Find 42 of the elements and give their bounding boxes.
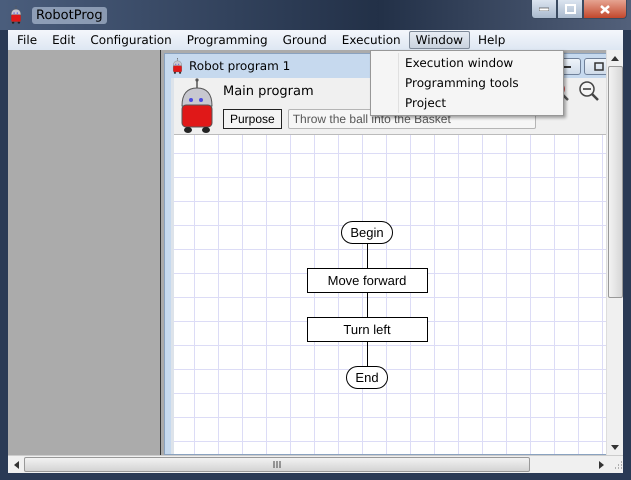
menu-item[interactable]: Ground bbox=[276, 31, 334, 49]
minimize-icon bbox=[539, 7, 549, 11]
action-node[interactable]: Move forward bbox=[306, 268, 428, 293]
menu-item[interactable]: Edit bbox=[45, 31, 82, 49]
scroll-thumb[interactable] bbox=[608, 66, 622, 298]
scroll-up-icon[interactable] bbox=[611, 56, 619, 60]
menu-item[interactable]: Execution window bbox=[371, 53, 563, 73]
robot-icon bbox=[171, 58, 184, 74]
maximize-button[interactable] bbox=[584, 58, 606, 75]
window-title: RobotProg bbox=[32, 6, 107, 24]
menu-item[interactable]: File bbox=[10, 31, 44, 49]
terminal-node[interactable]: Begin bbox=[341, 221, 393, 244]
menu-item[interactable]: Programming bbox=[180, 31, 275, 49]
maximize-icon bbox=[594, 62, 604, 71]
robot-icon bbox=[8, 6, 24, 24]
close-icon bbox=[599, 4, 611, 14]
grip-icon bbox=[273, 461, 281, 468]
minimize-button[interactable] bbox=[531, 0, 557, 19]
zoom-out-icon[interactable] bbox=[578, 80, 600, 102]
menu-item[interactable]: Execution bbox=[334, 31, 408, 49]
robot-icon bbox=[180, 78, 214, 134]
menu-item[interactable]: Help bbox=[470, 31, 512, 49]
maximize-icon bbox=[564, 4, 576, 14]
menu-item[interactable]: Configuration bbox=[83, 31, 179, 49]
scroll-down-icon[interactable] bbox=[611, 444, 619, 450]
connector-line bbox=[366, 293, 368, 317]
action-node[interactable]: Turn left bbox=[306, 317, 428, 342]
maximize-button[interactable] bbox=[557, 0, 583, 19]
connector-line bbox=[366, 342, 368, 366]
horizontal-scrollbar[interactable] bbox=[8, 455, 623, 473]
vertical-scrollbar[interactable] bbox=[606, 50, 623, 455]
scroll-thumb[interactable] bbox=[24, 457, 530, 472]
program-title: Main program bbox=[223, 84, 314, 101]
menu-item[interactable]: Programming tools bbox=[371, 73, 563, 93]
close-button[interactable] bbox=[583, 0, 627, 19]
child-window-title: Robot program 1 bbox=[189, 59, 290, 73]
scroll-right-icon[interactable] bbox=[598, 460, 604, 468]
connector-line bbox=[366, 244, 368, 268]
purpose-button[interactable]: Purpose bbox=[223, 109, 282, 129]
scroll-left-icon[interactable] bbox=[14, 460, 18, 468]
terminal-node[interactable]: End bbox=[346, 366, 388, 389]
menu-item[interactable]: Window bbox=[408, 31, 470, 49]
